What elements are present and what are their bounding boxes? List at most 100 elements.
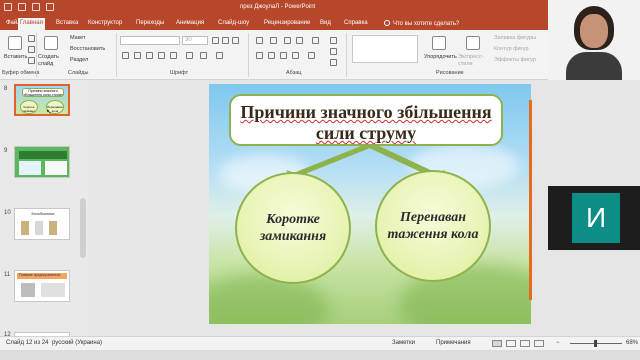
tell-me-search[interactable]: Что вы хотите сделать? [384, 20, 459, 27]
ribbon-tabs: Файл Главная Вставка Конструктор Переход… [0, 16, 640, 30]
current-slide[interactable]: Причини значного збільшення сили струму … [209, 84, 531, 324]
language-indicator[interactable]: русский (Украина) [52, 340, 102, 346]
numbering-icon[interactable] [270, 37, 277, 44]
undo-icon[interactable] [18, 3, 26, 11]
new-slide-icon[interactable] [44, 36, 58, 50]
underline-icon[interactable] [146, 52, 153, 59]
smartart-icon[interactable] [330, 59, 337, 66]
decrease-indent-icon[interactable] [284, 37, 291, 44]
align-left-icon[interactable] [256, 52, 263, 59]
thumbnail-slide-9[interactable] [14, 146, 70, 178]
slide-number: 9 [4, 148, 8, 154]
align-text-icon[interactable] [330, 48, 337, 55]
paste-icon[interactable] [8, 36, 22, 50]
group-label-paragraph: Абзац [286, 70, 302, 76]
zoom-out-icon[interactable]: − [556, 340, 560, 346]
thumbnail-slide-8[interactable]: Причини значного збільшення сили струму … [14, 84, 70, 116]
slide-edge-accent [529, 100, 532, 300]
thumbnail-scrollbar[interactable] [80, 198, 86, 258]
character-spacing-icon[interactable] [186, 52, 193, 59]
notes-button[interactable]: Заметки [392, 340, 415, 346]
slide-title-line2: сили струму [315, 123, 417, 143]
redo-icon[interactable] [32, 3, 40, 11]
new-slide-button[interactable]: Создать слайд [38, 54, 62, 68]
comments-button[interactable]: Примечания [436, 340, 471, 346]
quick-access-toolbar [4, 3, 54, 11]
clear-formatting-icon[interactable] [232, 37, 239, 44]
tab-design[interactable]: Конструктор [86, 18, 124, 30]
reading-view-icon[interactable] [520, 340, 530, 347]
tab-review[interactable]: Рецензирование [262, 18, 312, 30]
slide-number: 11 [4, 272, 11, 278]
tab-transitions[interactable]: Переходы [134, 18, 166, 30]
bubble-left-text: Коротке замикання [259, 212, 327, 244]
tab-home[interactable]: Главная [18, 18, 45, 30]
section-button[interactable]: Раздел [70, 57, 88, 63]
bullets-icon[interactable] [256, 37, 263, 44]
normal-view-icon[interactable] [492, 340, 502, 347]
slide-title: Причини значного збільшення сили струму [231, 102, 501, 144]
quick-styles-icon[interactable] [466, 36, 480, 50]
arrange-icon[interactable] [432, 36, 446, 50]
bubble-short-circuit[interactable]: Коротке замикання [235, 172, 351, 284]
cut-icon[interactable] [28, 35, 35, 42]
font-color-icon[interactable] [216, 52, 223, 59]
format-painter-icon[interactable] [28, 57, 35, 64]
zoom-slider-thumb[interactable] [594, 340, 597, 347]
line-spacing-icon[interactable] [312, 37, 319, 44]
reset-button[interactable]: Восстановить [70, 46, 105, 52]
thumbnail-image [41, 283, 65, 297]
slideshow-view-icon[interactable] [534, 340, 544, 347]
zoom-level[interactable]: 68% [626, 340, 638, 346]
tab-animations[interactable]: Анимация [174, 18, 206, 30]
start-from-beginning-icon[interactable] [46, 3, 54, 11]
shapes-gallery[interactable] [352, 35, 418, 63]
tab-insert[interactable]: Вставка [54, 18, 80, 30]
thumbnail-slide-11[interactable]: Плавкие предохранители [14, 270, 70, 302]
strikethrough-icon[interactable] [170, 52, 177, 59]
shape-fill-button[interactable]: Заливка фигуры [494, 35, 536, 41]
italic-icon[interactable] [134, 52, 141, 59]
increase-font-icon[interactable] [212, 37, 219, 44]
title-box[interactable]: Причини значного збільшення сили струму [229, 94, 503, 146]
justify-icon[interactable] [292, 52, 299, 59]
align-center-icon[interactable] [268, 52, 275, 59]
shadow-icon[interactable] [158, 52, 165, 59]
shape-effects-button[interactable]: Эффекты фигур [494, 57, 536, 63]
save-icon[interactable] [4, 3, 12, 11]
font-size-combo[interactable]: 30 [182, 36, 208, 45]
copy-icon[interactable] [28, 46, 35, 53]
paste-button[interactable]: Вставить [4, 54, 27, 60]
bubble-right-text: Перенаван таження кола [387, 210, 479, 242]
change-case-icon[interactable] [200, 52, 207, 59]
increase-indent-icon[interactable] [296, 37, 303, 44]
lightbulb-icon [384, 20, 390, 26]
arrange-button[interactable]: Упорядочить [424, 54, 457, 60]
thumbnail-banner [19, 151, 67, 159]
bold-icon[interactable] [122, 52, 129, 59]
thumbnail-title: Причини значного збільшення сили струму [22, 88, 64, 97]
decrease-font-icon[interactable] [222, 37, 229, 44]
shape-outline-button[interactable]: Контур фигур [494, 46, 529, 52]
tab-help[interactable]: Справка [342, 18, 370, 30]
layout-button[interactable]: Макет [70, 35, 86, 41]
thumbnail-bubble-left: Коротке замикання [20, 100, 38, 114]
quick-styles-button[interactable]: Экспресс-стили [458, 54, 488, 68]
align-right-icon[interactable] [280, 52, 287, 59]
font-name-combo[interactable] [120, 36, 180, 45]
tell-me-text: Что вы хотите сделать? [393, 21, 460, 27]
slide-number: 10 [4, 210, 11, 216]
bottom-edge [0, 350, 640, 360]
thumbnail-image [35, 221, 43, 235]
columns-icon[interactable] [308, 52, 315, 59]
divider [116, 33, 117, 77]
arrow-left [291, 146, 375, 174]
tab-slideshow[interactable]: Слайд-шоу [216, 18, 251, 30]
thumbnail-slide-10[interactable]: Запобіжники [14, 208, 70, 240]
tab-view[interactable]: Вид [318, 18, 333, 30]
presenter-face [580, 14, 608, 48]
text-direction-icon[interactable] [330, 37, 337, 44]
divider [346, 33, 347, 77]
bubble-overload[interactable]: Перенаван таження кола [375, 170, 491, 282]
slide-sorter-icon[interactable] [506, 340, 516, 347]
